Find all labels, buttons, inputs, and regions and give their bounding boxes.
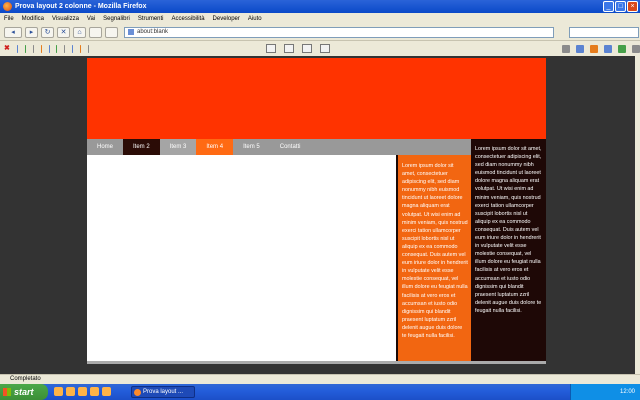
taskbar-button-label: Prova layout ...: [143, 389, 184, 395]
screenshot-icon[interactable]: [265, 44, 276, 53]
quick-launch-icon[interactable]: [90, 387, 99, 396]
firefox-icon: [134, 389, 141, 396]
browser-window: Prova layout 2 colonne - Mozilla Firefox…: [0, 0, 640, 400]
page-icon: [128, 29, 134, 35]
main-content: [87, 155, 396, 363]
taskbar-firefox-button[interactable]: Prova layout ...: [131, 386, 195, 398]
flag-icon[interactable]: [603, 44, 612, 53]
zoom-icon[interactable]: [319, 44, 330, 53]
globe-icon[interactable]: [575, 44, 584, 53]
windows-flag-icon: [3, 388, 11, 396]
sidebar-dark-column: Lorem ipsum dolor sit amet, consectetuer…: [471, 139, 546, 363]
addon-toolbar: ✖: [0, 41, 640, 56]
page-navigation: Home Item 2 Item 3 Item 4 Item 5 Contatt…: [87, 139, 471, 155]
images-icon[interactable]: [32, 44, 34, 53]
minimize-button[interactable]: _: [603, 1, 614, 12]
tools-icon[interactable]: [72, 44, 74, 53]
menu-visualizza[interactable]: Visualizza: [52, 16, 79, 22]
nav-item-home[interactable]: Home: [87, 139, 123, 155]
nav-item-4[interactable]: Item 4: [196, 139, 234, 155]
page-viewport: Home Item 2 Item 3 Item 4 Item 5 Contatt…: [0, 56, 640, 374]
clock: 12:00: [619, 389, 635, 395]
quick-launch-icon[interactable]: [102, 387, 111, 396]
menu-vai[interactable]: Vai: [87, 16, 95, 22]
print-icon[interactable]: [301, 44, 312, 53]
menu-developer[interactable]: Developer: [213, 16, 240, 22]
system-tray: 12:00: [570, 384, 640, 400]
navigation-toolbar: ◂ ▸ ↻ ✕ ⌂ about:blank: [0, 24, 640, 41]
menu-bar: File Modifica Visualizza Vai Segnalibri …: [0, 13, 640, 24]
quick-launch: [54, 387, 111, 396]
home-button[interactable]: ⌂: [73, 26, 86, 38]
stop-button[interactable]: ✕: [57, 26, 70, 38]
options-icon[interactable]: [88, 44, 89, 53]
maximize-button[interactable]: □: [615, 1, 626, 12]
reload-button[interactable]: ↻: [41, 26, 54, 38]
settings-icon[interactable]: [561, 44, 570, 53]
start-button[interactable]: start: [0, 384, 48, 400]
addon-toolbar-middle: [265, 44, 330, 53]
vertical-scrollbar[interactable]: [635, 56, 640, 374]
title-bar: Prova layout 2 colonne - Mozilla Firefox…: [0, 0, 640, 13]
search-input[interactable]: [569, 26, 639, 38]
addon-toolbar-right: [561, 44, 640, 53]
address-text: about:blank: [137, 29, 169, 35]
menu-strumenti[interactable]: Strumenti: [138, 16, 164, 22]
menu-aiuto[interactable]: Aiuto: [248, 16, 262, 22]
resize-icon[interactable]: [64, 44, 66, 53]
nav-item-5[interactable]: Item 5: [233, 139, 270, 155]
quick-launch-icon[interactable]: [78, 387, 87, 396]
close-button[interactable]: ×: [627, 1, 638, 12]
taskbar: start Prova layout ... 12:00: [0, 384, 640, 400]
menu-file[interactable]: File: [4, 16, 14, 22]
forward-button[interactable]: ▸: [25, 26, 38, 38]
information-icon[interactable]: [40, 44, 42, 53]
validate-icon[interactable]: [283, 44, 294, 53]
start-label: start: [14, 387, 34, 397]
disable-icon[interactable]: ✖: [4, 45, 10, 53]
download-icon[interactable]: [617, 44, 626, 53]
quick-launch-icon[interactable]: [66, 387, 75, 396]
extension-icon[interactable]: [631, 44, 640, 53]
css-icon[interactable]: [16, 44, 18, 53]
bookmark-icon[interactable]: [589, 44, 598, 53]
window-controls: _ □ ×: [603, 1, 638, 12]
view-source-icon[interactable]: [80, 44, 82, 53]
page-header-banner: [87, 58, 546, 139]
nav-item-2[interactable]: Item 2: [123, 139, 160, 155]
page-footer-line: [87, 361, 546, 364]
address-bar[interactable]: about:blank: [124, 26, 554, 38]
web-page: Home Item 2 Item 3 Item 4 Item 5 Contatt…: [87, 58, 546, 363]
sidebar-orange-column: Lorem ipsum dolor sit amet, consectetuer…: [396, 155, 471, 363]
miscellaneous-icon[interactable]: [48, 44, 50, 53]
forms-icon[interactable]: [24, 44, 26, 53]
menu-segnalibri[interactable]: Segnalibri: [103, 16, 130, 22]
quick-launch-icon[interactable]: [54, 387, 63, 396]
bookmark-page-button[interactable]: [89, 26, 102, 38]
menu-accessibilita[interactable]: Accessibilità: [172, 16, 205, 22]
nav-item-3[interactable]: Item 3: [159, 139, 197, 155]
window-title: Prova layout 2 colonne - Mozilla Firefox: [15, 3, 147, 10]
nav-item-contatti[interactable]: Contatti: [270, 139, 311, 155]
menu-modifica[interactable]: Modifica: [22, 16, 44, 22]
back-button[interactable]: ◂: [4, 26, 22, 38]
status-bar: Completato: [0, 374, 640, 384]
outline-icon[interactable]: [56, 44, 58, 53]
firefox-icon: [3, 2, 12, 11]
tab-view-button[interactable]: [105, 26, 118, 38]
